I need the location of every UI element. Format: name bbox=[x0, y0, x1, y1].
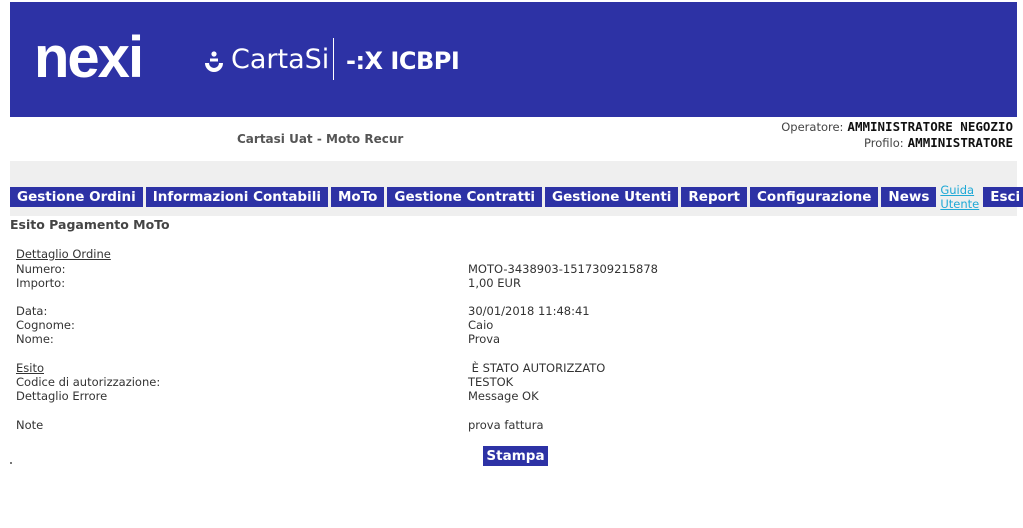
operator-value: AMMINISTRATORE NEGOZIO bbox=[847, 119, 1013, 134]
importo-label: Importo: bbox=[16, 276, 66, 290]
numero-value: MOTO-3438903-1517309215878 bbox=[468, 262, 659, 276]
nav-configurazione[interactable]: Configurazione bbox=[750, 187, 879, 207]
operator-label: Operatore: bbox=[781, 120, 844, 134]
icbpi-logo: -:X ICBPI bbox=[346, 44, 460, 78]
nav-report[interactable]: Report bbox=[681, 187, 748, 207]
cognome-label: Cognome: bbox=[16, 318, 75, 332]
esito-label: Esito bbox=[16, 361, 44, 375]
icbpi-mark-icon: -:X bbox=[346, 47, 391, 75]
nexi-logo: nexi bbox=[34, 25, 144, 90]
page-title: Esito Pagamento MoTo bbox=[10, 217, 170, 232]
profile-label: Profilo: bbox=[864, 136, 904, 150]
cartasi-logo: CartaSi bbox=[203, 42, 329, 78]
main-nav: Gestione Ordini Informazioni Contabili M… bbox=[10, 183, 1023, 211]
nav-gestione-ordini[interactable]: Gestione Ordini bbox=[10, 187, 143, 207]
operator-row: Operatore: AMMINISTRATORE NEGOZIO bbox=[781, 119, 1013, 135]
importo-value: 1,00 EUR bbox=[468, 276, 521, 290]
nome-label: Nome: bbox=[16, 332, 54, 346]
nav-gestione-contratti[interactable]: Gestione Contratti bbox=[387, 187, 543, 207]
cartasi-text: CartaSi bbox=[231, 44, 330, 75]
stampa-button[interactable]: Stampa bbox=[483, 446, 548, 466]
nav-moto[interactable]: MoTo bbox=[330, 187, 385, 207]
esci-button[interactable]: Esci bbox=[983, 187, 1023, 207]
user-info: Operatore: AMMINISTRATORE NEGOZIO Profilo… bbox=[781, 119, 1013, 151]
nav-informazioni-contabili[interactable]: Informazioni Contabili bbox=[145, 187, 328, 207]
data-value: 30/01/2018 11:48:41 bbox=[468, 304, 590, 318]
icbpi-text: ICBPI bbox=[390, 47, 460, 75]
codice-label: Codice di autorizzazione: bbox=[16, 375, 161, 389]
profile-row: Profilo: AMMINISTRATORE bbox=[781, 135, 1013, 151]
note-label: Note bbox=[16, 418, 44, 432]
cognome-value: Caio bbox=[468, 318, 494, 332]
codice-value: TESTOK bbox=[468, 375, 514, 389]
guida-utente-link[interactable]: Guida Utente bbox=[940, 183, 979, 211]
esito-value: È STATO AUTORIZZATO bbox=[468, 361, 606, 375]
nav-gestione-utenti[interactable]: Gestione Utenti bbox=[545, 187, 679, 207]
errore-label: Dettaglio Errore bbox=[16, 389, 108, 403]
nav-news[interactable]: News bbox=[881, 187, 937, 207]
profile-value: AMMINISTRATORE bbox=[907, 135, 1013, 150]
data-label: Data: bbox=[16, 304, 48, 318]
header-banner: nexi CartaSi -:X ICBPI bbox=[10, 2, 1017, 117]
site-name: Cartasi Uat - Moto Recur bbox=[237, 132, 404, 146]
order-section-heading: Dettaglio Ordine bbox=[16, 247, 111, 261]
stray-dot bbox=[10, 462, 12, 464]
logo-divider bbox=[333, 38, 334, 80]
cartasi-mark-icon bbox=[203, 49, 225, 72]
errore-value: Message OK bbox=[468, 389, 539, 403]
numero-label: Numero: bbox=[16, 262, 66, 276]
nome-value: Prova bbox=[468, 332, 501, 346]
note-value: prova fattura bbox=[468, 418, 544, 432]
